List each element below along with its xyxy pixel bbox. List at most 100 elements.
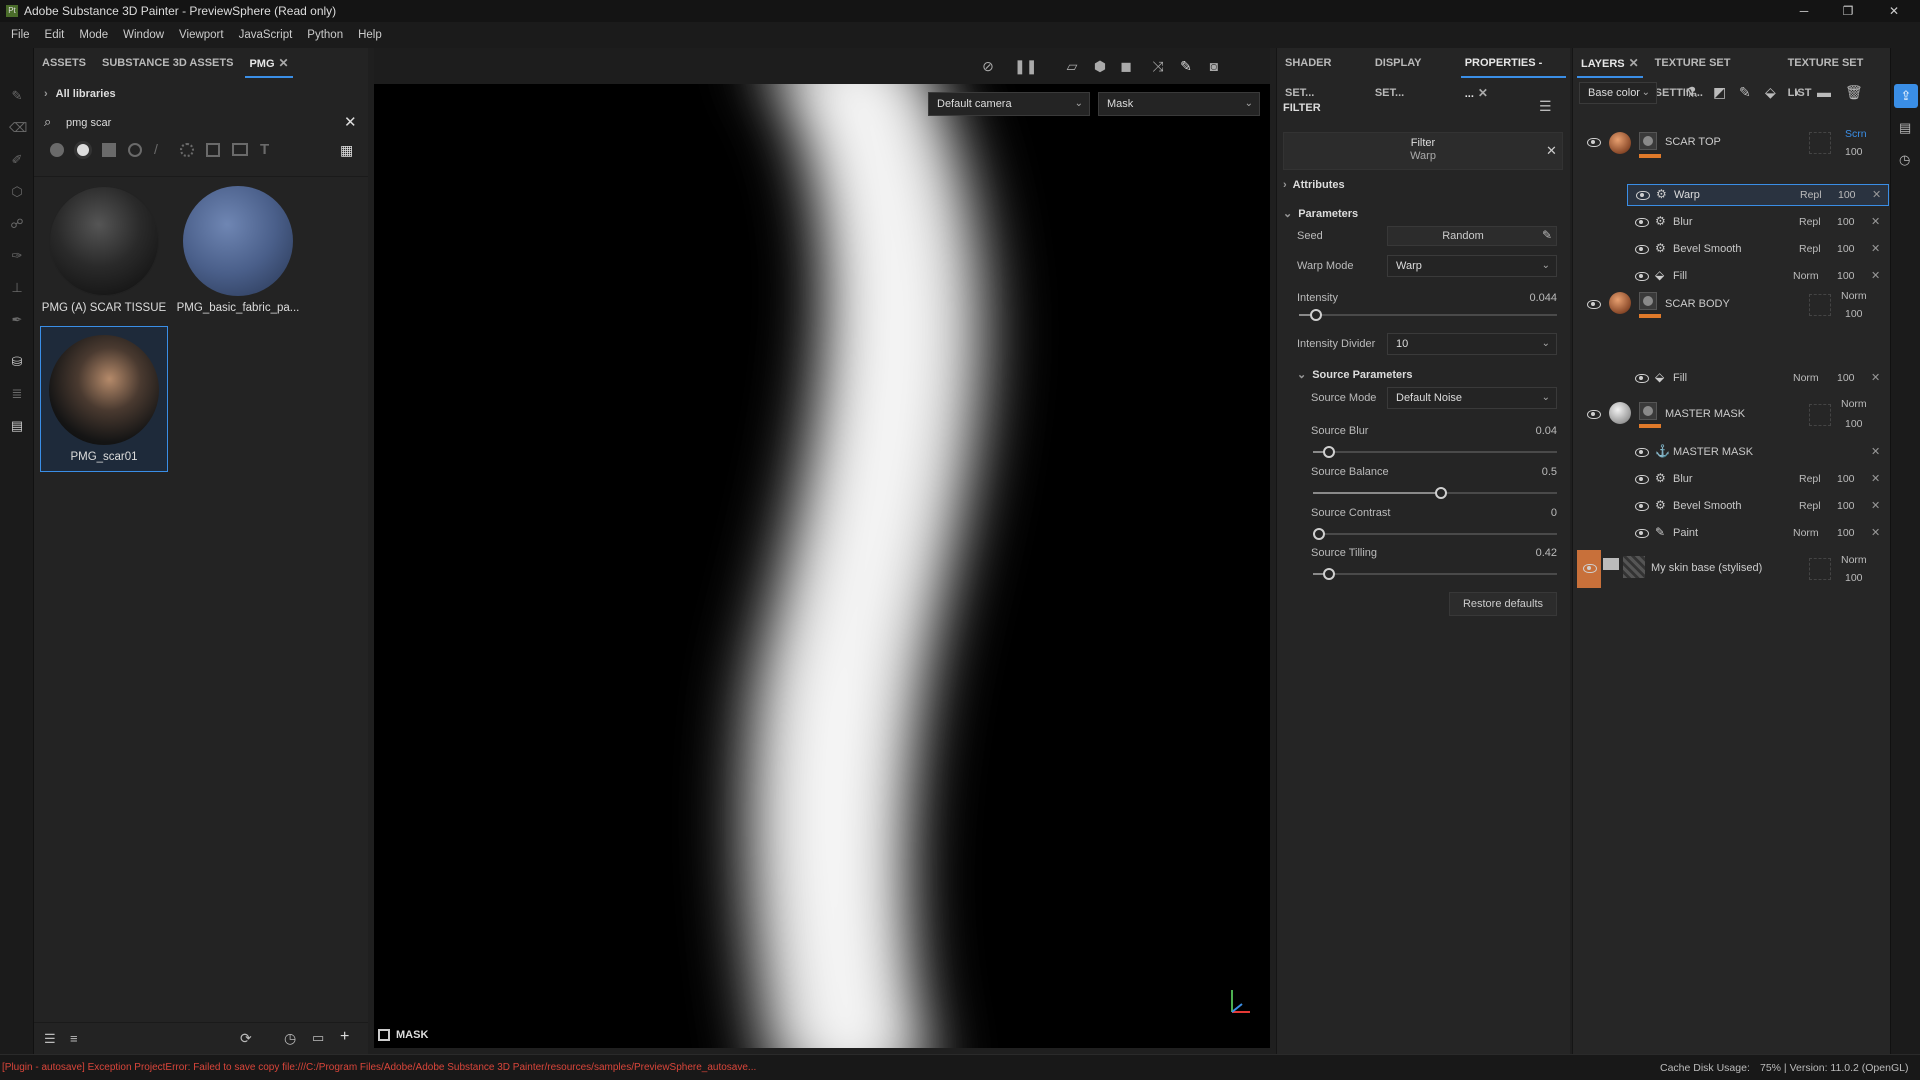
paint-brush-icon[interactable]: ✎: [9, 88, 25, 104]
smart-materials-filter-icon[interactable]: [74, 141, 92, 159]
parameters-section[interactable]: ⌄ Parameters: [1283, 207, 1358, 220]
folder-icon[interactable]: ▭: [312, 1030, 324, 1046]
brush-mode-icon[interactable]: ✎: [1176, 56, 1196, 76]
projection-icon[interactable]: ✐: [9, 152, 25, 168]
warp-mode-select[interactable]: Warp ⌄: [1387, 255, 1557, 277]
folder-row[interactable]: My skin base (stylised) Norm 100: [1573, 550, 1891, 588]
remove-effect-icon[interactable]: ✕: [1871, 472, 1880, 485]
tab-pmg[interactable]: PMG ✕: [241, 48, 296, 78]
slider-knob[interactable]: [1323, 446, 1335, 458]
search-input[interactable]: pmg scar: [66, 117, 111, 129]
tree-view-icon[interactable]: ≡: [70, 1031, 78, 1046]
channel-select[interactable]: Base color ⌄: [1579, 82, 1657, 104]
remove-filter-icon[interactable]: ✕: [1546, 143, 1557, 159]
source-contrast-value[interactable]: 0: [1477, 507, 1557, 519]
layer-row[interactable]: ⬙ Fill Norm 100 ✕: [1627, 368, 1889, 390]
add-icon[interactable]: +: [340, 1028, 349, 1046]
intensity-value[interactable]: 0.044: [1477, 292, 1557, 304]
restore-defaults-button[interactable]: Restore defaults: [1449, 592, 1557, 616]
stamp-icon[interactable]: ⊥: [9, 280, 25, 296]
viewport[interactable]: Default camera ⌄ Mask ⌄: [374, 84, 1270, 1048]
add-mask-icon[interactable]: ◩: [1713, 84, 1726, 101]
visibility-eye-icon[interactable]: [1587, 300, 1601, 309]
layer-row[interactable]: ⚙ Bevel Smooth Repl 100 ✕: [1627, 496, 1889, 518]
camera-icon[interactable]: ◼: [1116, 56, 1136, 76]
visibility-eye-icon[interactable]: [1583, 564, 1597, 573]
close-icon[interactable]: ✕: [279, 56, 289, 70]
layer-row[interactable]: SCAR TOP Scrn 100: [1573, 124, 1891, 178]
layer-row[interactable]: ✎ Paint Norm 100 ✕: [1627, 523, 1889, 545]
blend-mode[interactable]: Repl: [1799, 216, 1821, 228]
remove-effect-icon[interactable]: ✕: [1871, 371, 1880, 384]
history-icon[interactable]: ◷: [284, 1030, 296, 1047]
menu-help[interactable]: Help: [358, 29, 382, 41]
menu-edit[interactable]: Edit: [45, 29, 65, 41]
menu-mode[interactable]: Mode: [79, 29, 108, 41]
opacity-value[interactable]: 100: [1837, 527, 1855, 539]
layer-mask-icon[interactable]: [1639, 402, 1657, 420]
tab-shader-settings[interactable]: SHADER SET...: [1277, 48, 1367, 99]
grid-view-icon[interactable]: ▦: [340, 142, 353, 159]
remove-effect-icon[interactable]: ✕: [1871, 499, 1880, 512]
export-icon[interactable]: ⇪: [1894, 84, 1918, 108]
source-tilling-value[interactable]: 0.42: [1477, 547, 1557, 559]
add-folder-icon[interactable]: ▬: [1817, 84, 1831, 100]
visibility-eye-icon[interactable]: [1635, 502, 1649, 511]
opacity-value[interactable]: 100: [1837, 216, 1855, 228]
tab-properties[interactable]: PROPERTIES - ... ✕: [1457, 48, 1570, 100]
remove-effect-icon[interactable]: ✕: [1871, 215, 1880, 228]
layer-row-selected[interactable]: ⚙ Warp Repl 100 ✕: [1627, 184, 1889, 206]
hide-icon[interactable]: ⊘: [978, 56, 998, 76]
materials-filter-icon[interactable]: [50, 143, 64, 157]
blend-mode[interactable]: Norm: [1841, 398, 1867, 410]
slider-knob[interactable]: [1435, 487, 1447, 499]
slider-knob[interactable]: [1313, 528, 1325, 540]
delete-icon[interactable]: 🗑: [1845, 84, 1863, 101]
seed-field[interactable]: Random ✎: [1387, 226, 1557, 246]
menu-file[interactable]: File: [11, 29, 30, 41]
blend-mode[interactable]: Repl: [1799, 243, 1821, 255]
attributes-section[interactable]: › Attributes: [1283, 179, 1345, 191]
opacity-value[interactable]: 100: [1837, 473, 1855, 485]
opacity-value[interactable]: 100: [1837, 372, 1855, 384]
blend-mode[interactable]: Repl: [1800, 189, 1822, 201]
layer-row[interactable]: ⚙ Blur Repl 100 ✕: [1627, 469, 1889, 491]
visibility-eye-icon[interactable]: [1636, 191, 1650, 200]
source-balance-value[interactable]: 0.5: [1477, 466, 1557, 478]
clone-icon[interactable]: ✑: [9, 248, 25, 264]
opacity-value[interactable]: 100: [1845, 572, 1863, 584]
refresh-icon[interactable]: ⟳: [240, 1030, 252, 1047]
layer-row[interactable]: ⚙ Bevel Smooth Repl 100 ✕: [1627, 239, 1889, 261]
asset-item[interactable]: PMG_basic_fabric_pa...: [174, 186, 302, 314]
close-icon[interactable]: ✕: [1629, 56, 1639, 70]
visibility-eye-icon[interactable]: [1635, 218, 1649, 227]
source-tilling-slider[interactable]: [1313, 568, 1557, 580]
text-filter-icon[interactable]: T: [260, 141, 269, 158]
eraser-icon[interactable]: ⌫: [9, 120, 27, 136]
tab-assets[interactable]: ASSETS: [34, 48, 94, 78]
tab-layers[interactable]: LAYERS ✕: [1573, 48, 1647, 78]
list-view-icon[interactable]: ☰: [44, 1031, 56, 1047]
close-icon[interactable]: ✕: [1478, 86, 1488, 100]
menu-javascript[interactable]: JavaScript: [239, 29, 293, 41]
frame-icon[interactable]: ▱: [1062, 56, 1082, 76]
picker-icon[interactable]: ✒: [9, 312, 25, 328]
source-balance-slider[interactable]: [1313, 487, 1557, 499]
blend-mode[interactable]: Norm: [1841, 554, 1867, 566]
add-fill-layer-icon[interactable]: ⬙: [1765, 84, 1776, 101]
layer-row[interactable]: ⚙ Blur Repl 100 ✕: [1627, 212, 1889, 234]
status-error-message[interactable]: [Plugin - autosave] Exception ProjectErr…: [2, 1062, 756, 1073]
close-window-button[interactable]: ✕: [1872, 0, 1916, 22]
camera-select[interactable]: Default camera ⌄: [928, 92, 1090, 116]
visibility-eye-icon[interactable]: [1635, 529, 1649, 538]
tab-display-settings[interactable]: DISPLAY SET...: [1367, 48, 1457, 99]
geometry-fill-icon[interactable]: ⬡: [9, 184, 25, 200]
document-icon[interactable]: ▤: [9, 418, 25, 434]
tab-texture-set-list[interactable]: TEXTURE SET LIST: [1780, 48, 1890, 99]
particles-filter-icon[interactable]: [180, 143, 194, 157]
layer-mask-icon[interactable]: [1639, 292, 1657, 310]
opacity-value[interactable]: 100: [1845, 308, 1863, 320]
opacity-value[interactable]: 100: [1837, 243, 1855, 255]
minimize-button[interactable]: ─: [1782, 0, 1826, 22]
layer-mask-icon[interactable]: [1639, 132, 1657, 150]
